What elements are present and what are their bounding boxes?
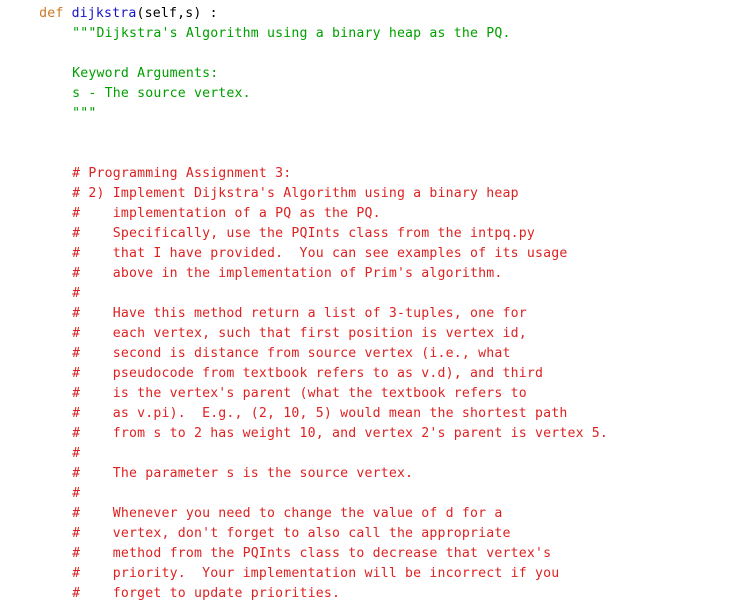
code-line: # is the vertex's parent (what the textb… (72, 384, 527, 404)
code-token-comment: # Have this method return a list of 3-tu… (72, 306, 527, 321)
code-line: def dijkstra(self,s) : (39, 4, 218, 24)
code-line: # second is distance from source vertex … (72, 344, 510, 364)
code-token-comment: # (72, 286, 81, 301)
code-token-comment: # priority. Your implementation will be … (72, 566, 560, 581)
code-line: # Have this method return a list of 3-tu… (72, 304, 527, 324)
code-line: # Specifically, use the PQInts class fro… (72, 224, 535, 244)
code-line: s - The source vertex. (72, 84, 251, 104)
code-token-comment: # (72, 446, 81, 461)
code-line: # pseudocode from textbook refers to as … (72, 364, 543, 384)
code-editor-viewport[interactable]: def dijkstra(self,s) : """Dijkstra's Algo… (0, 0, 742, 601)
code-line: # that I have provided. You can see exam… (72, 244, 567, 264)
code-line: # above in the implementation of Prim's … (72, 264, 502, 284)
code-token-comment: # (72, 486, 81, 501)
code-token-funcname: dijkstra (71, 6, 137, 21)
code-token-string: Keyword Arguments: (72, 66, 219, 81)
code-token-comment: # 2) Implement Dijkstra's Algorithm usin… (72, 186, 519, 201)
code-token-comment: # pseudocode from textbook refers to as … (72, 366, 544, 381)
code-token-string: """Dijkstra's Algorithm using a binary h… (72, 26, 511, 41)
code-line: """ (72, 104, 96, 124)
code-line: # The parameter s is the source vertex. (72, 464, 413, 484)
code-line: # (72, 284, 80, 304)
code-token-comment: # forget to update priorities. (72, 586, 341, 601)
code-line: # as v.pi). E.g., (2, 10, 5) would mean … (72, 404, 567, 424)
code-line: # (72, 444, 80, 464)
code-line: """Dijkstra's Algorithm using a binary h… (72, 24, 510, 44)
code-line: # 2) Implement Dijkstra's Algorithm usin… (72, 184, 519, 204)
code-line: # implementation of a PQ as the PQ. (72, 204, 381, 224)
code-token-comment: # second is distance from source vertex … (72, 346, 511, 361)
code-line: # method from the PQInts class to decrea… (72, 544, 551, 564)
code-token-comment: # as v.pi). E.g., (2, 10, 5) would mean … (72, 406, 568, 421)
code-token-string: s - The source vertex. (72, 86, 251, 101)
code-token-comment: # Whenever you need to change the value … (72, 506, 503, 521)
code-token-string: """ (72, 106, 97, 121)
code-token-comment: # method from the PQInts class to decrea… (72, 546, 552, 561)
code-line: # vertex, don't forget to also call the … (72, 524, 510, 544)
code-line: # forget to update priorities. (72, 584, 340, 604)
code-token-comment: # Specifically, use the PQInts class fro… (72, 226, 535, 241)
code-token-comment: # implementation of a PQ as the PQ. (72, 206, 381, 221)
code-token-comment: # that I have provided. You can see exam… (72, 246, 568, 261)
code-token-plain: (self,s) : (136, 6, 218, 21)
code-token-comment: # each vertex, such that first position … (72, 326, 527, 341)
code-line: # priority. Your implementation will be … (72, 564, 559, 584)
code-token-comment: # above in the implementation of Prim's … (72, 266, 503, 281)
code-token-comment: # from s to 2 has weight 10, and vertex … (72, 426, 609, 441)
code-token-keyword: def (39, 6, 64, 21)
code-line: # (72, 484, 80, 504)
code-line: # Whenever you need to change the value … (72, 504, 502, 524)
code-line: # each vertex, such that first position … (72, 324, 527, 344)
code-line: # Programming Assignment 3: (72, 164, 291, 184)
code-token-comment: # is the vertex's parent (what the textb… (72, 386, 527, 401)
code-token-comment: # vertex, don't forget to also call the … (72, 526, 511, 541)
code-token-comment: # Programming Assignment 3: (72, 166, 292, 181)
code-line: Keyword Arguments: (72, 64, 218, 84)
code-token-comment: # The parameter s is the source vertex. (72, 466, 414, 481)
code-line: # from s to 2 has weight 10, and vertex … (72, 424, 608, 444)
